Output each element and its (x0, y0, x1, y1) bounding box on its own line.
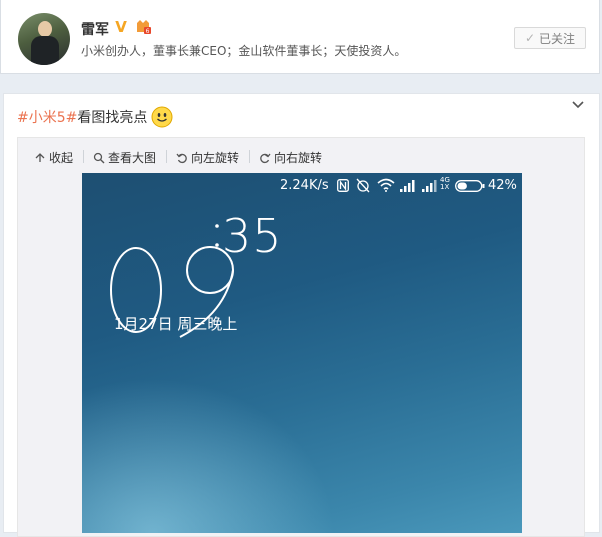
battery-percent: 42% (488, 178, 517, 193)
followed-button[interactable]: ✓ 已关注 (514, 27, 586, 49)
hashtag-link[interactable]: #小米5# (17, 107, 77, 127)
battery-icon (455, 180, 485, 192)
avatar[interactable] (18, 13, 70, 65)
profile-bio: 小米创办人，董事长兼CEO；金山软件董事长；天使投资人。 (81, 44, 407, 58)
rotate-left-button[interactable]: 向左旋转 (176, 149, 239, 166)
check-icon: ✓ (524, 31, 536, 45)
post-image[interactable]: 2.24K/s 4G 1X 42% 35 1月27日 周三晚上 (82, 173, 522, 533)
signal-icon (400, 180, 415, 192)
post-body: 看图找亮点 (77, 110, 148, 126)
network-type-bottom: 1X (440, 183, 450, 191)
clock-colon (215, 224, 219, 247)
rotate-right-label: 向右旋转 (274, 151, 323, 165)
alarm-off-icon (356, 178, 370, 193)
followed-label: 已关注 (539, 31, 576, 46)
rotate-right-icon (260, 153, 271, 163)
avatar-head (38, 21, 52, 37)
view-large-button[interactable]: 查看大图 (93, 149, 156, 166)
avatar-body (31, 36, 59, 65)
member-icon[interactable]: 6 (135, 19, 153, 35)
rotate-left-icon (176, 153, 187, 163)
rotate-left-label: 向左旋转 (191, 151, 240, 165)
toolbar-divider (249, 150, 250, 163)
chevron-down-icon[interactable] (569, 96, 587, 114)
phone-status-bar: 2.24K/s 4G 1X 42% (82, 173, 522, 199)
collapse-label: 收起 (49, 151, 74, 165)
profile-card: 雷军 V 6 小米创办人，董事长兼CEO；金山软件董事长；天使投资人。 ✓ 已关… (0, 0, 600, 74)
rotate-right-button[interactable]: 向右旋转 (259, 149, 322, 166)
profile-name[interactable]: 雷军 (81, 19, 109, 39)
verified-icon[interactable]: V (113, 19, 129, 35)
net-speed: 2.24K/s (280, 178, 329, 193)
toolbar-divider (166, 150, 167, 163)
signal-icon-secondary (422, 180, 437, 192)
toolbar-divider (83, 150, 84, 163)
smiley-emoji-icon (151, 106, 173, 128)
collapse-icon (35, 152, 45, 162)
svg-text:6: 6 (146, 28, 150, 35)
wifi-icon (377, 178, 395, 192)
post-text: #小米5# 看图找亮点 (17, 106, 173, 128)
lockscreen-date: 1月27日 周三晚上 (114, 315, 238, 333)
network-type: 4G 1X (440, 177, 450, 191)
search-icon (93, 152, 105, 163)
view-large-label: 查看大图 (108, 151, 157, 165)
lockscreen-clock-minutes: 35 (222, 209, 283, 263)
nfc-icon (337, 179, 349, 192)
collapse-button[interactable]: 收起 (34, 149, 73, 166)
